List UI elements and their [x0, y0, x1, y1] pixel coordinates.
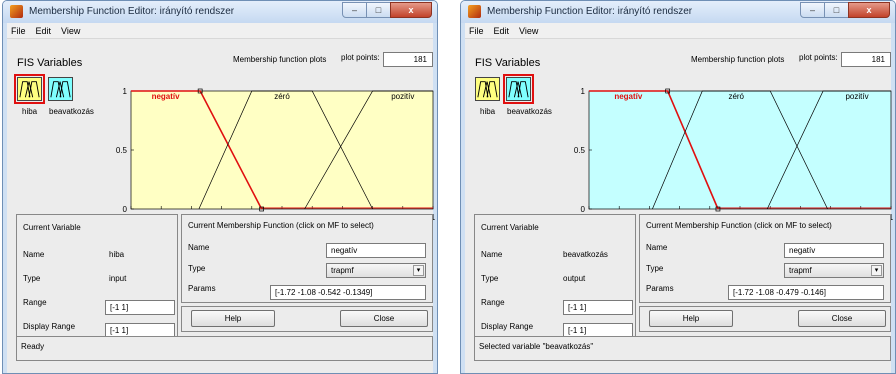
mf-type-label: Type: [646, 264, 664, 273]
buttons-panel: Help Close: [181, 306, 433, 332]
mf-plots-title: Membership function plots: [233, 55, 327, 64]
current-mf-panel: Current Membership Function (click on MF…: [639, 214, 891, 303]
variable-type-value: input: [109, 274, 127, 283]
range-input[interactable]: [-1 1]: [105, 300, 175, 315]
range-input[interactable]: [-1 1]: [563, 300, 633, 315]
mf-type-selected-value: trapmf: [331, 266, 354, 275]
mf-type-select[interactable]: trapmf ▾: [784, 263, 884, 278]
menu-file[interactable]: File: [469, 26, 484, 36]
type-label: Type: [23, 274, 41, 283]
variable-type-value: output: [563, 274, 586, 283]
dropdown-arrow-icon[interactable]: ▾: [871, 265, 882, 276]
mf-label-0: negatív: [614, 92, 643, 101]
menu-bar: File Edit View: [465, 23, 891, 39]
current-variable-title: Current Variable: [23, 223, 81, 232]
menu-view[interactable]: View: [61, 26, 80, 36]
mf-name-label: Name: [188, 243, 210, 252]
mf-plot[interactable]: -1-0.8-0.6-0.4-0.200.20.40.60.8100.51neg…: [465, 67, 895, 237]
status-bar: Ready: [16, 336, 433, 361]
mf-editor-window-2: Membership Function Editor: irányító ren…: [460, 0, 896, 374]
status-bar: Selected variable "beavatkozás": [474, 336, 891, 361]
params-label: Params: [646, 284, 674, 293]
variable-name-value: hiba: [109, 250, 125, 259]
y-tick-label: 0.5: [116, 146, 128, 155]
params-input[interactable]: [-1.72 -1.08 -0.479 -0.146]: [728, 285, 884, 300]
mf-plot-svg[interactable]: -1-0.8-0.6-0.4-0.200.20.40.60.8100.51neg…: [465, 67, 895, 237]
close-window-button[interactable]: x: [848, 2, 890, 18]
range-label: Range: [481, 298, 505, 307]
menu-edit[interactable]: Edit: [36, 26, 52, 36]
plot-points-label: plot points:: [341, 53, 380, 62]
matlab-icon: [10, 5, 23, 18]
minimize-button[interactable]: –: [800, 2, 825, 18]
params-input[interactable]: [-1.72 -1.08 -0.542 -0.1349]: [270, 285, 426, 300]
mf-type-label: Type: [188, 264, 206, 273]
params-label: Params: [188, 284, 216, 293]
mf-label-2: pozitív: [845, 92, 868, 101]
window-title: Membership Function Editor: irányító ren…: [487, 6, 693, 17]
mf-label-1: zéró: [274, 92, 290, 101]
name-label: Name: [23, 250, 45, 259]
mf-plot[interactable]: -1-0.8-0.6-0.4-0.200.20.40.60.8100.51neg…: [7, 67, 437, 237]
help-button[interactable]: Help: [191, 310, 275, 327]
close-window-button[interactable]: x: [390, 2, 432, 18]
mf-type-select[interactable]: trapmf ▾: [326, 263, 426, 278]
current-mf-title: Current Membership Function (click on MF…: [188, 221, 374, 230]
plot-area: [588, 90, 892, 210]
close-button[interactable]: Close: [798, 310, 886, 327]
current-mf-panel: Current Membership Function (click on MF…: [181, 214, 433, 303]
y-tick-label: 0: [581, 205, 586, 214]
window-title: Membership Function Editor: irányító ren…: [29, 6, 235, 17]
menu-bar: File Edit View: [7, 23, 433, 39]
menu-view[interactable]: View: [519, 26, 538, 36]
display-range-label: Display Range: [23, 322, 76, 331]
mf-name-label: Name: [646, 243, 668, 252]
variable-name-value: beavatkozás: [563, 250, 608, 259]
mf-plot-svg[interactable]: -1-0.8-0.6-0.4-0.200.20.40.60.8100.51neg…: [7, 67, 437, 237]
maximize-button[interactable]: □: [824, 2, 849, 18]
close-button[interactable]: Close: [340, 310, 428, 327]
current-variable-panel: Current Variable Name beavatkozás Type o…: [474, 214, 636, 353]
display-range-label: Display Range: [481, 322, 534, 331]
plot-points-input[interactable]: 181: [841, 52, 891, 67]
plot-area: [130, 90, 434, 210]
mf-label-0: negatív: [152, 92, 181, 101]
maximize-button[interactable]: □: [366, 2, 391, 18]
current-mf-title: Current Membership Function (click on MF…: [646, 221, 832, 230]
buttons-panel: Help Close: [639, 306, 891, 332]
current-variable-title: Current Variable: [481, 223, 539, 232]
current-variable-panel: Current Variable Name hiba Type input Ra…: [16, 214, 178, 353]
y-tick-label: 1: [123, 87, 128, 96]
help-button[interactable]: Help: [649, 310, 733, 327]
plot-points-label: plot points:: [799, 53, 838, 62]
dropdown-arrow-icon[interactable]: ▾: [413, 265, 424, 276]
plot-points-input[interactable]: 181: [383, 52, 433, 67]
title-bar[interactable]: Membership Function Editor: irányító ren…: [461, 1, 895, 23]
y-tick-label: 0: [123, 205, 128, 214]
mf-editor-window-1: Membership Function Editor: irányító ren…: [2, 0, 438, 374]
y-tick-label: 0.5: [574, 146, 586, 155]
matlab-icon: [468, 5, 481, 18]
range-label: Range: [23, 298, 47, 307]
status-text: Selected variable "beavatkozás": [479, 342, 594, 351]
y-tick-label: 1: [581, 87, 586, 96]
status-text: Ready: [21, 342, 45, 351]
mf-plots-title: Membership function plots: [691, 55, 785, 64]
title-bar[interactable]: Membership Function Editor: irányító ren…: [3, 1, 437, 23]
name-label: Name: [481, 250, 503, 259]
mf-type-selected-value: trapmf: [789, 266, 812, 275]
minimize-button[interactable]: –: [342, 2, 367, 18]
type-label: Type: [481, 274, 499, 283]
menu-edit[interactable]: Edit: [494, 26, 510, 36]
mf-label-2: pozitív: [391, 92, 414, 101]
mf-name-input[interactable]: negatív: [326, 243, 426, 258]
mf-label-1: zéró: [728, 92, 744, 101]
menu-file[interactable]: File: [11, 26, 26, 36]
mf-name-input[interactable]: negatív: [784, 243, 884, 258]
